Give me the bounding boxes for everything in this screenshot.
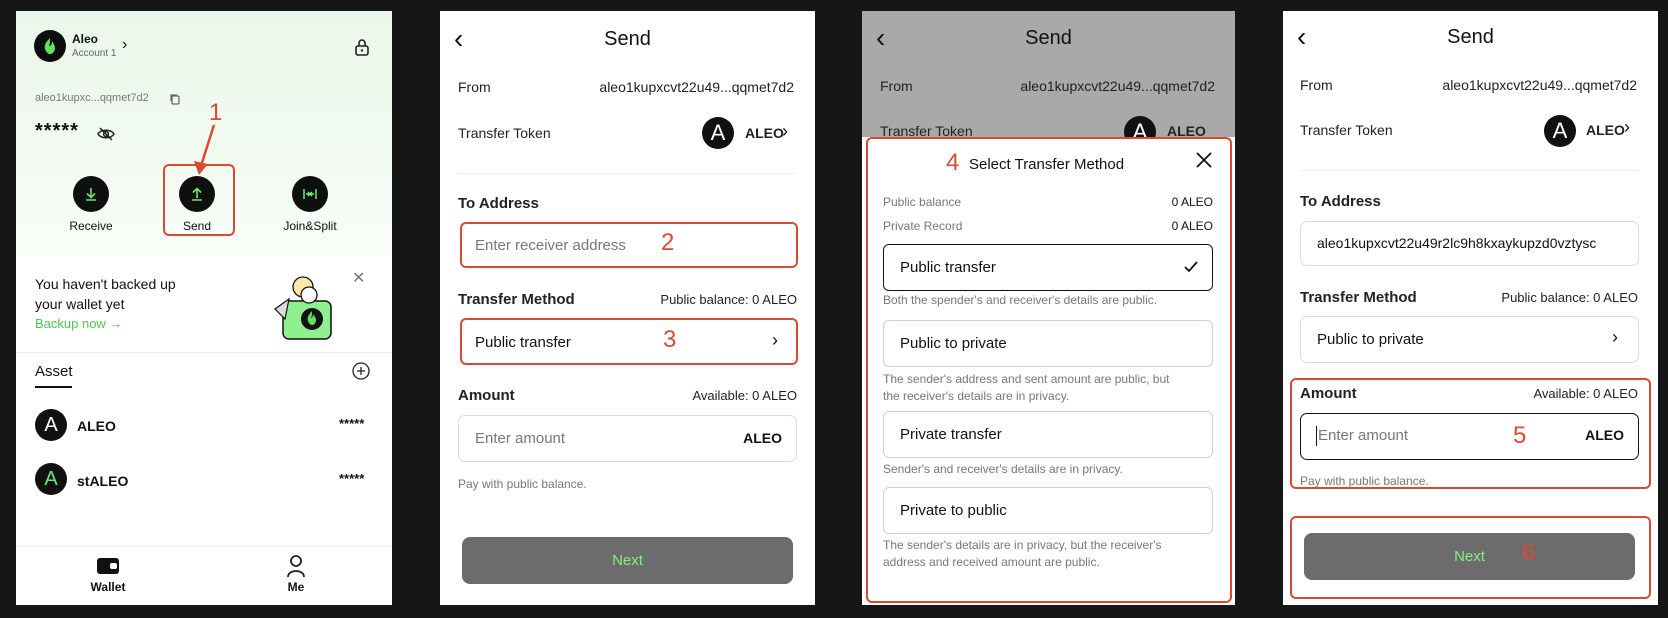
from-address: aleo1kupxcvt22u49...qqmet7d2 (599, 79, 794, 95)
chevron-right-icon[interactable]: › (1624, 117, 1630, 138)
lock-icon[interactable] (354, 38, 370, 61)
transfer-method-select[interactable]: Public to private › (1300, 316, 1639, 363)
to-address-label: To Address (458, 195, 539, 212)
token-value[interactable]: ALEO (1586, 122, 1625, 138)
annotation-highlight-next (1290, 516, 1651, 599)
transfer-method-select[interactable]: Public transfer 3 › (460, 318, 798, 365)
asset-name[interactable]: ALEO (77, 418, 116, 434)
transfer-method-value: Public transfer (475, 334, 571, 351)
nav-me[interactable]: Me (276, 580, 316, 594)
transfer-method-label: Transfer Method (458, 291, 575, 308)
pay-note: Pay with public balance. (458, 477, 587, 491)
annotation-number-2: 2 (661, 229, 675, 256)
asset-tab-underline (35, 386, 72, 388)
join-split-label[interactable]: Join&Split (270, 219, 350, 233)
asset-name[interactable]: stALEO (77, 473, 128, 489)
asset-tab[interactable]: Asset (35, 363, 73, 380)
to-address-label: To Address (1300, 193, 1381, 210)
wallet-screen: Aleo Account 1 › aleo1kupxc...qqmet7d2 *… (16, 11, 392, 605)
backup-now-link[interactable]: Backup now → (35, 316, 122, 331)
send-screen-with-modal: ‹ Send From aleo1kupxcvt22u49...qqmet7d2… (862, 11, 1235, 605)
wallet-illustration-icon (265, 269, 345, 354)
token-value[interactable]: ALEO (745, 125, 784, 141)
join-split-button[interactable] (292, 176, 328, 212)
asset-value: ***** (339, 416, 365, 431)
from-label: From (880, 78, 913, 94)
profile-nav-icon[interactable] (287, 554, 305, 583)
bottom-nav-divider (16, 546, 392, 547)
from-label: From (1300, 77, 1333, 93)
available-balance: Available: 0 ALEO (692, 388, 797, 403)
public-balance: Public balance: 0 ALEO (660, 292, 797, 307)
receive-label[interactable]: Receive (56, 219, 126, 233)
aleo-token-icon: A (1544, 115, 1576, 147)
amount-unit: ALEO (743, 430, 782, 446)
public-balance: Public balance: 0 ALEO (1501, 290, 1638, 305)
backup-text-line1: You haven't backed up (35, 276, 176, 292)
annotation-number-3: 3 (663, 326, 677, 353)
amount-placeholder: Enter amount (475, 430, 566, 447)
amount-input[interactable]: Enter amount ALEO (458, 415, 797, 462)
staleo-token-icon: A (35, 463, 67, 495)
page-title: Send (1447, 26, 1494, 48)
next-button[interactable]: Next (462, 537, 793, 584)
from-address: aleo1kupxcvt22u49...qqmet7d2 (1442, 77, 1637, 93)
copy-icon[interactable] (169, 92, 181, 110)
page-title: Send (1025, 27, 1072, 49)
backup-notice: You haven't backed up your wallet yet (35, 274, 176, 314)
wallet-nav-icon[interactable] (96, 557, 120, 580)
eye-off-icon[interactable] (97, 127, 115, 146)
send-screen-filled: ‹ Send From aleo1kupxcvt22u49...qqmet7d2… (1283, 11, 1658, 605)
page-title: Send (604, 28, 651, 50)
add-asset-icon[interactable] (352, 362, 370, 385)
chevron-right-icon: › (772, 330, 778, 350)
asset-value: ***** (339, 471, 365, 486)
account-subtitle: Account 1 (72, 48, 117, 59)
account-name[interactable]: Aleo (72, 32, 98, 46)
chevron-right-icon[interactable]: › (122, 36, 127, 54)
divider (1300, 170, 1638, 171)
balance-masked: ***** (35, 120, 79, 142)
divider (458, 173, 796, 174)
to-address-input[interactable]: aleo1kupxcvt22u49r2lc9h8kxaykupzd0vztysc (1300, 221, 1639, 266)
transfer-token-label: Transfer Token (1300, 122, 1393, 138)
to-address-input[interactable]: Enter receiver address 2 (460, 222, 798, 268)
receive-button[interactable] (73, 176, 109, 212)
to-address-value: aleo1kupxcvt22u49r2lc9h8kxaykupzd0vztysc (1317, 235, 1597, 251)
transfer-method-label: Transfer Method (1300, 289, 1417, 306)
from-label: From (458, 79, 491, 95)
transfer-method-value: Public to private (1317, 331, 1424, 348)
transfer-token-label: Transfer Token (458, 125, 551, 141)
divider (16, 352, 392, 353)
close-icon[interactable]: ✕ (352, 268, 365, 288)
aleo-token-icon: A (35, 409, 67, 441)
to-address-placeholder: Enter receiver address (475, 237, 626, 254)
chevron-right-icon[interactable]: › (782, 121, 788, 142)
wallet-address: aleo1kupxc...qqmet7d2 (35, 92, 149, 104)
send-screen: ‹ Send From aleo1kupxcvt22u49...qqmet7d2… (440, 11, 815, 605)
aleo-token-icon: A (702, 117, 734, 149)
annotation-arrow (194, 124, 216, 175)
amount-label: Amount (458, 387, 515, 404)
annotation-highlight-modal (866, 137, 1232, 603)
backup-text-line2: your wallet yet (35, 296, 125, 312)
nav-wallet[interactable]: Wallet (81, 580, 135, 594)
aleo-logo-icon[interactable] (34, 30, 66, 62)
chevron-right-icon: › (1612, 327, 1618, 347)
annotation-highlight-amount (1290, 378, 1651, 489)
from-address: aleo1kupxcvt22u49...qqmet7d2 (1020, 78, 1215, 94)
